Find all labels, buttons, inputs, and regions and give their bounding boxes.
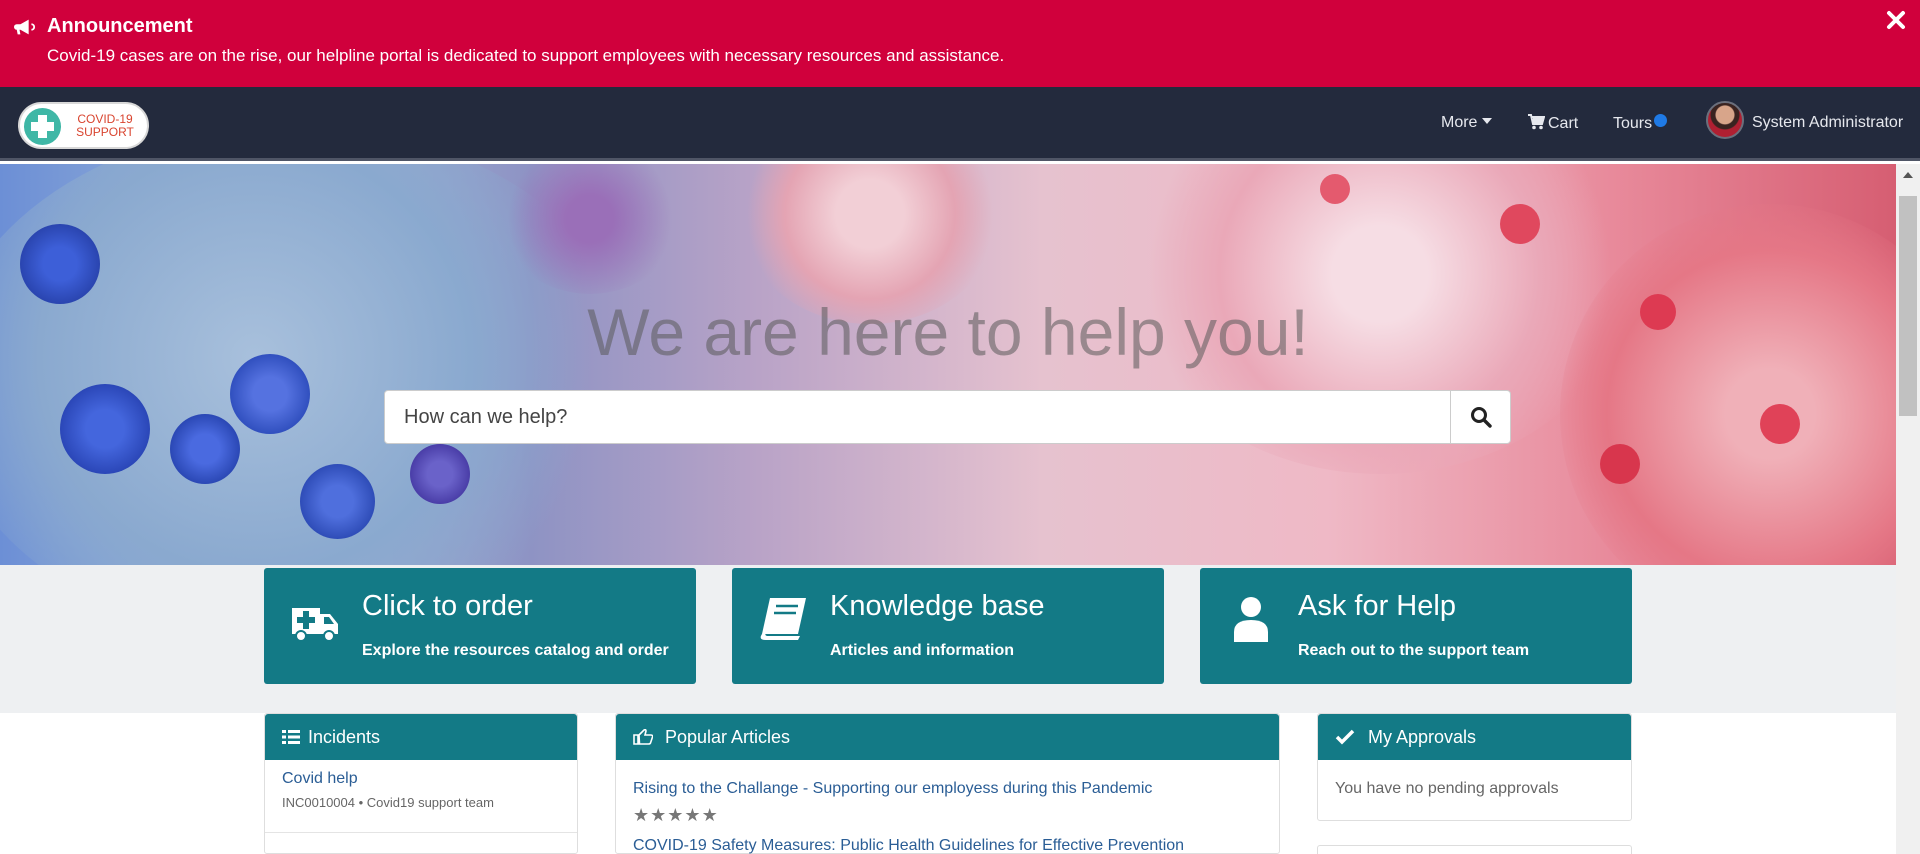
divider — [265, 832, 577, 833]
list-item: Covid help INC0010004 • Covid19 support … — [265, 760, 577, 810]
caret-down-icon — [1482, 118, 1493, 124]
scrollbar-thumb[interactable] — [1899, 196, 1917, 416]
logo-line-2: SUPPORT — [76, 125, 134, 139]
star-icon: ★ — [633, 805, 651, 825]
incident-link[interactable]: Covid help — [282, 770, 560, 788]
scroll-up-icon[interactable] — [1903, 172, 1913, 178]
check-icon — [1335, 729, 1355, 745]
tile-subtitle: Articles and information — [830, 642, 1015, 659]
tile-ask-for-help[interactable]: Ask for Help Reach out to the support te… — [1200, 568, 1632, 684]
search-button[interactable] — [1450, 391, 1510, 443]
list-item: Rising to the Challange - Supporting our… — [616, 760, 1279, 826]
announcement-text: Covid-19 cases are on the rise, our help… — [47, 46, 1005, 65]
incidents-widget: Incidents Covid help INC0010004 • Covid1… — [264, 713, 578, 854]
user-menu[interactable]: System Administrator — [1752, 114, 1903, 132]
hero-banner: We are here to help you! — [0, 164, 1896, 565]
tile-title: Ask for Help — [1298, 590, 1456, 622]
book-icon — [760, 598, 806, 640]
announcement-banner: Announcement Covid-19 cases are on the r… — [0, 0, 1920, 87]
incident-meta: INC0010004 • Covid19 support team — [282, 795, 494, 810]
rating-stars: ★★★★★ — [633, 805, 1262, 826]
next-widget-edge — [1317, 845, 1632, 854]
more-label: More — [1441, 114, 1478, 131]
approvals-empty-text: You have no pending approvals — [1335, 780, 1559, 797]
search-bar — [384, 390, 1511, 444]
tile-title: Knowledge base — [830, 590, 1045, 622]
popular-articles-title: Popular Articles — [665, 726, 791, 747]
cart-label: Cart — [1548, 115, 1579, 132]
approvals-widget: My Approvals You have no pending approva… — [1317, 713, 1632, 821]
medical-cross-icon — [24, 108, 61, 145]
tile-click-to-order[interactable]: Click to order Explore the resources cat… — [264, 568, 696, 684]
tours-link[interactable]: Tours — [1613, 114, 1668, 133]
cart-icon — [1528, 114, 1546, 130]
popular-articles-header: Popular Articles — [616, 714, 1279, 760]
hero-title: We are here to help you! — [587, 295, 1309, 369]
user-icon — [1234, 597, 1268, 642]
more-menu[interactable]: More — [1441, 114, 1493, 132]
popular-articles-widget: Popular Articles Rising to the Challange… — [615, 713, 1280, 854]
tile-subtitle: Explore the resources catalog and order — [362, 642, 669, 659]
approvals-title: My Approvals — [1368, 726, 1477, 747]
tile-title: Click to order — [362, 590, 533, 622]
avatar[interactable] — [1706, 101, 1744, 139]
approvals-header: My Approvals — [1318, 714, 1631, 760]
tours-label: Tours — [1613, 115, 1653, 132]
pointing-hand-icon — [633, 729, 653, 745]
list-icon — [282, 730, 300, 744]
ambulance-icon — [292, 608, 338, 642]
tours-indicator-icon — [1654, 114, 1668, 127]
search-input[interactable] — [385, 391, 1451, 443]
incidents-title: Incidents — [308, 726, 381, 747]
star-icon: ★ — [701, 805, 719, 825]
cart-link[interactable]: Cart — [1528, 114, 1578, 133]
quick-links: Click to order Explore the resources cat… — [0, 565, 1896, 713]
page-scrollbar[interactable] — [1896, 164, 1920, 854]
star-icon: ★ — [684, 805, 702, 825]
portal-logo[interactable]: COVID-19 SUPPORT — [18, 102, 149, 149]
tile-subtitle: Reach out to the support team — [1298, 642, 1530, 659]
star-icon: ★ — [667, 805, 685, 825]
top-navbar: COVID-19 SUPPORT More Cart Tours System … — [0, 87, 1920, 161]
article-link[interactable]: COVID-19 Safety Measures: Public Health … — [633, 837, 1184, 854]
logo-text: COVID-19 SUPPORT — [70, 113, 140, 139]
search-icon — [1470, 407, 1492, 428]
close-icon[interactable] — [1884, 8, 1908, 32]
article-link[interactable]: Rising to the Challange - Supporting our… — [633, 780, 1262, 798]
megaphone-icon — [14, 19, 36, 35]
tile-knowledge-base[interactable]: Knowledge base Articles and information — [732, 568, 1164, 684]
announcement-title: Announcement — [47, 15, 193, 37]
star-icon: ★ — [650, 805, 668, 825]
incidents-header: Incidents — [265, 714, 577, 760]
